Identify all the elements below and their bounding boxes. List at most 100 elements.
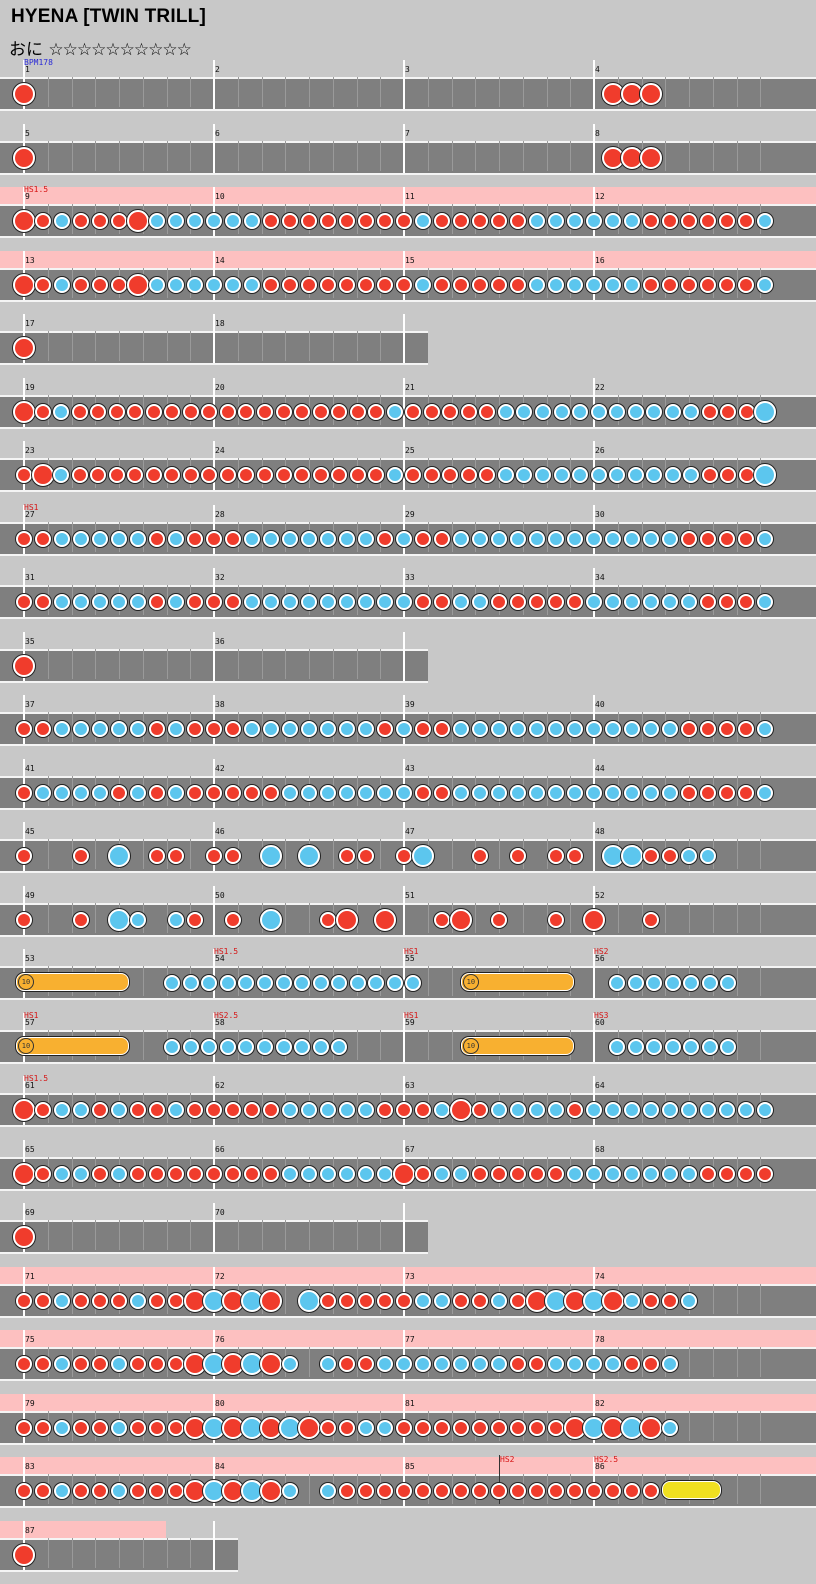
ka-note xyxy=(206,213,222,229)
ka-note xyxy=(35,784,51,801)
beat-line xyxy=(689,902,690,933)
ka-note xyxy=(301,594,317,610)
don-note xyxy=(16,1356,32,1372)
measure-number: 22 xyxy=(595,382,605,392)
don-note xyxy=(358,1292,374,1309)
ka-note xyxy=(238,1038,255,1055)
don-note xyxy=(71,403,88,420)
don-note xyxy=(73,276,89,293)
chart-row: 65 66 67 68 xyxy=(0,1139,816,1191)
ka-note xyxy=(182,1038,199,1055)
measure-number: 46 xyxy=(215,827,225,836)
ka-note xyxy=(624,784,640,801)
ka-note xyxy=(491,784,507,801)
big-don-note xyxy=(13,146,35,169)
beat-line xyxy=(665,140,667,171)
don-note xyxy=(472,1102,488,1118)
measure-number: 16 xyxy=(595,255,605,265)
don-note xyxy=(491,911,507,928)
measure-number: 41 xyxy=(25,763,35,773)
ka-note xyxy=(182,975,199,991)
ka-note xyxy=(320,1165,336,1182)
ka-note xyxy=(294,975,311,991)
measure-number: 78 xyxy=(595,1335,605,1344)
beat-line xyxy=(665,902,667,933)
ka-note xyxy=(605,530,621,547)
beat-line xyxy=(356,77,358,107)
ka-note xyxy=(453,530,469,547)
beat-line xyxy=(71,77,73,107)
ka-note xyxy=(320,1483,336,1499)
don-note xyxy=(396,1483,412,1499)
don-note xyxy=(130,1356,146,1372)
don-note xyxy=(16,467,32,483)
ka-note xyxy=(491,1356,507,1372)
don-note xyxy=(206,530,222,547)
ka-note xyxy=(605,276,621,293)
ka-note xyxy=(320,594,336,610)
don-note xyxy=(244,1165,260,1182)
don-note xyxy=(472,1165,488,1182)
beat-line xyxy=(71,140,73,171)
chart-row: 53 54 55 56 HS1.5 HS1 HS2 10 10 xyxy=(0,948,816,1000)
measure-number: 24 xyxy=(215,446,225,455)
ka-note xyxy=(244,721,260,737)
ka-note xyxy=(548,1356,564,1372)
beat-line xyxy=(451,1029,453,1060)
ka-note xyxy=(301,530,317,547)
ka-note xyxy=(700,848,716,864)
big-don-note xyxy=(450,1099,472,1121)
don-note xyxy=(529,1165,545,1182)
don-note xyxy=(263,784,279,801)
measure-number: 77 xyxy=(405,1335,415,1344)
measure-number: 68 xyxy=(595,1144,605,1154)
beat-line xyxy=(617,902,619,933)
ka-note xyxy=(586,530,602,547)
ka-note xyxy=(244,213,260,229)
ka-note xyxy=(624,594,640,610)
don-note xyxy=(339,1483,355,1499)
don-note xyxy=(187,594,203,610)
ka-note xyxy=(662,1165,678,1182)
don-note xyxy=(567,1483,583,1499)
beat-line xyxy=(237,77,239,107)
ka-note xyxy=(643,1102,659,1118)
don-note xyxy=(529,1356,545,1372)
don-note xyxy=(16,1292,32,1309)
ka-note xyxy=(510,530,526,547)
ka-note xyxy=(681,848,697,864)
don-note xyxy=(225,530,241,547)
don-note xyxy=(90,403,107,420)
ka-note xyxy=(282,594,298,610)
beat-line xyxy=(119,77,120,107)
ka-note xyxy=(662,721,678,737)
chart-row: 1 2 3 4 BPM178 xyxy=(0,59,816,111)
ka-note xyxy=(130,530,146,547)
ka-note xyxy=(396,594,412,610)
measure-number: 87 xyxy=(25,1525,35,1535)
ka-note xyxy=(225,276,241,293)
don-note xyxy=(149,530,165,547)
don-note xyxy=(92,276,108,293)
note-lane xyxy=(0,77,816,111)
don-note xyxy=(320,1419,336,1436)
measure-number: 70 xyxy=(215,1208,225,1217)
don-note xyxy=(225,848,241,864)
don-note xyxy=(415,1419,431,1436)
ka-note xyxy=(738,1102,754,1118)
chart-row: 17 18 xyxy=(0,314,428,365)
don-note xyxy=(16,594,32,610)
ka-note xyxy=(168,721,184,737)
scroll-speed-label: HS1.5 xyxy=(24,1074,49,1083)
ka-note xyxy=(624,1292,640,1309)
beat-line xyxy=(47,140,49,171)
don-note xyxy=(510,1356,526,1372)
ka-note xyxy=(548,530,564,547)
ka-note xyxy=(294,1038,311,1055)
ka-note xyxy=(605,1165,621,1182)
chart-row: 45 46 47 48 xyxy=(0,822,816,873)
don-note xyxy=(244,1102,260,1118)
measure-number: 3 xyxy=(405,65,410,74)
big-don-note xyxy=(13,1226,35,1248)
ka-note xyxy=(275,975,292,991)
